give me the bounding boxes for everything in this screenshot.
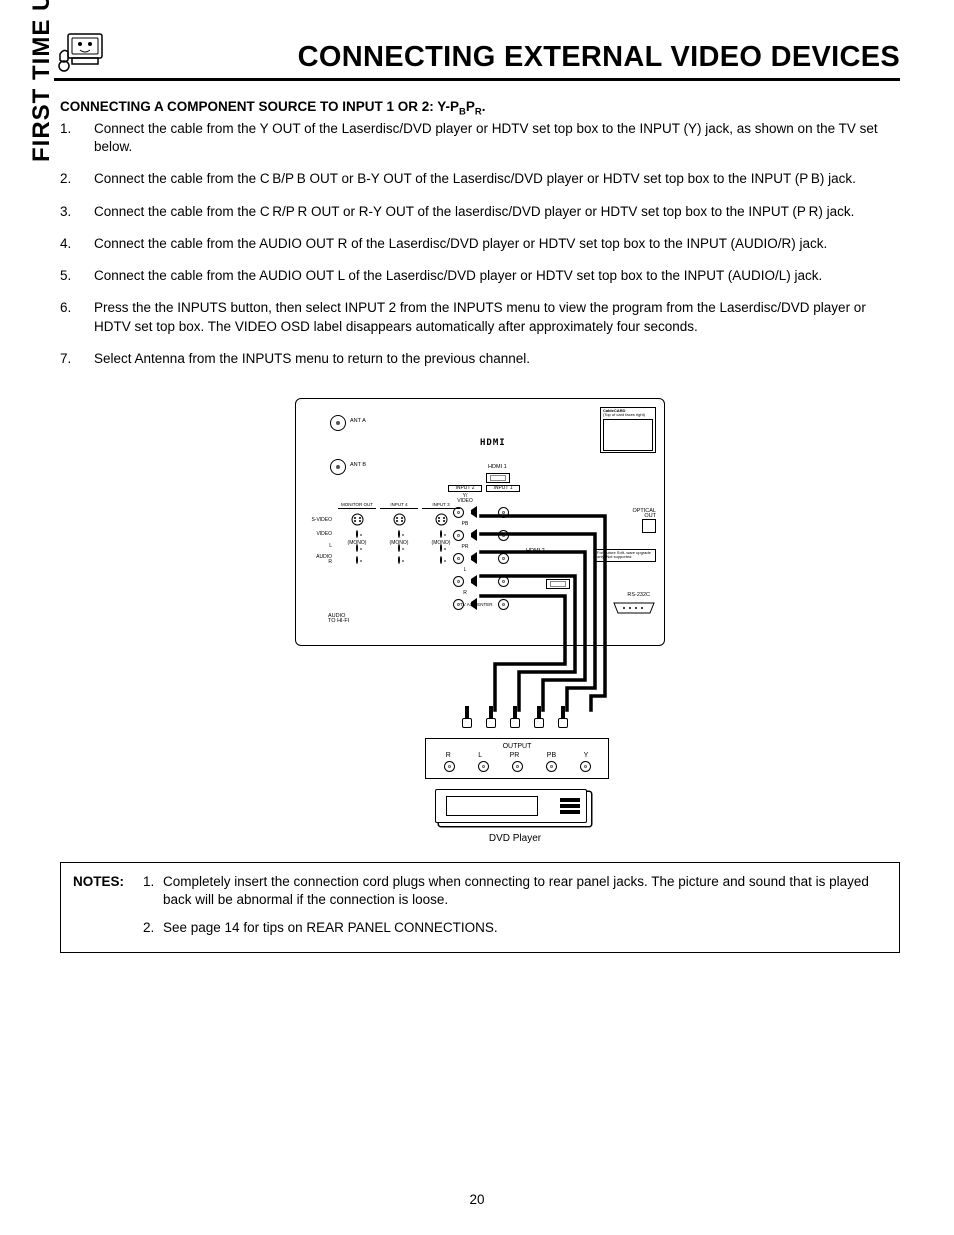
hdmi2-port (546, 579, 570, 589)
cable-plugs (295, 706, 665, 734)
page-title: CONNECTING EXTERNAL VIDEO DEVICES (110, 41, 900, 74)
notes-box: NOTES: Completely insert the connection … (60, 862, 900, 953)
connection-diagram: ANT A ANT B CableCARD (Top of card faces… (295, 398, 665, 844)
hdmi1-port (486, 473, 510, 483)
panel-jack-grid: MONITOR OUT INPUT 4 INPUT 3 S-VIDEO VIDE… (306, 503, 460, 566)
hdmi1-label: HDMI 1 (488, 465, 507, 471)
chapter-tab: FIRST TIME USE (28, 0, 56, 162)
note-item: See page 14 for tips on REAR PANEL CONNE… (143, 919, 887, 937)
upgrade-box: For Future Soft- ware upgrade only. Not … (594, 549, 656, 562)
rs232c-label: RS-232C (627, 593, 650, 599)
dvd-output-panel: OUTPUT R L PR PB Y (425, 738, 609, 779)
manual-mascot-icon (54, 30, 110, 74)
audio-hifi-label: AUDIO TO HI-FI (328, 614, 349, 625)
optical-label: OPTICAL OUT (632, 509, 656, 520)
step-item: Connect the cable from the Y OUT of the … (60, 120, 900, 156)
step-item: Connect the cable from the C B/P B OUT o… (60, 170, 900, 188)
tv-center-label: TV AS CENTER (460, 603, 493, 608)
section-heading: CONNECTING A COMPONENT SOURCE TO INPUT 1… (60, 99, 900, 114)
instruction-list: Connect the cable from the Y OUT of the … (60, 120, 900, 368)
step-item: Press the the INPUTS button, then select… (60, 299, 900, 335)
step-item: Connect the cable from the AUDIO OUT L o… (60, 267, 900, 285)
step-item: Select Antenna from the INPUTS menu to r… (60, 350, 900, 368)
ant-b-jack (330, 459, 346, 475)
optical-port (642, 519, 656, 533)
hdmi-logo: HDMI (480, 439, 506, 448)
ant-a-label: ANT A (350, 419, 366, 425)
step-item: Connect the cable from the C R/P R OUT o… (60, 203, 900, 221)
dvd-caption: DVD Player (365, 833, 665, 844)
ant-a-jack (330, 415, 346, 431)
ant-b-label: ANT B (350, 463, 366, 469)
page-number: 20 (0, 1192, 954, 1207)
step-item: Connect the cable from the AUDIO OUT R o… (60, 235, 900, 253)
tv-rear-panel: ANT A ANT B CableCARD (Top of card faces… (295, 398, 665, 646)
hdmi2-label: HDMI 2 (526, 549, 545, 555)
cablecard-slot: CableCARD (Top of card faces right) (600, 407, 656, 453)
rs232c-port (612, 601, 656, 615)
input-1-2-column: INPUT 2 INPUT 1 Y/ VIDEO PB PR L (448, 485, 520, 612)
note-item: Completely insert the connection cord pl… (143, 873, 887, 909)
dvd-player-icon (435, 789, 587, 823)
title-rule (54, 78, 900, 81)
notes-label: NOTES: (73, 873, 135, 938)
